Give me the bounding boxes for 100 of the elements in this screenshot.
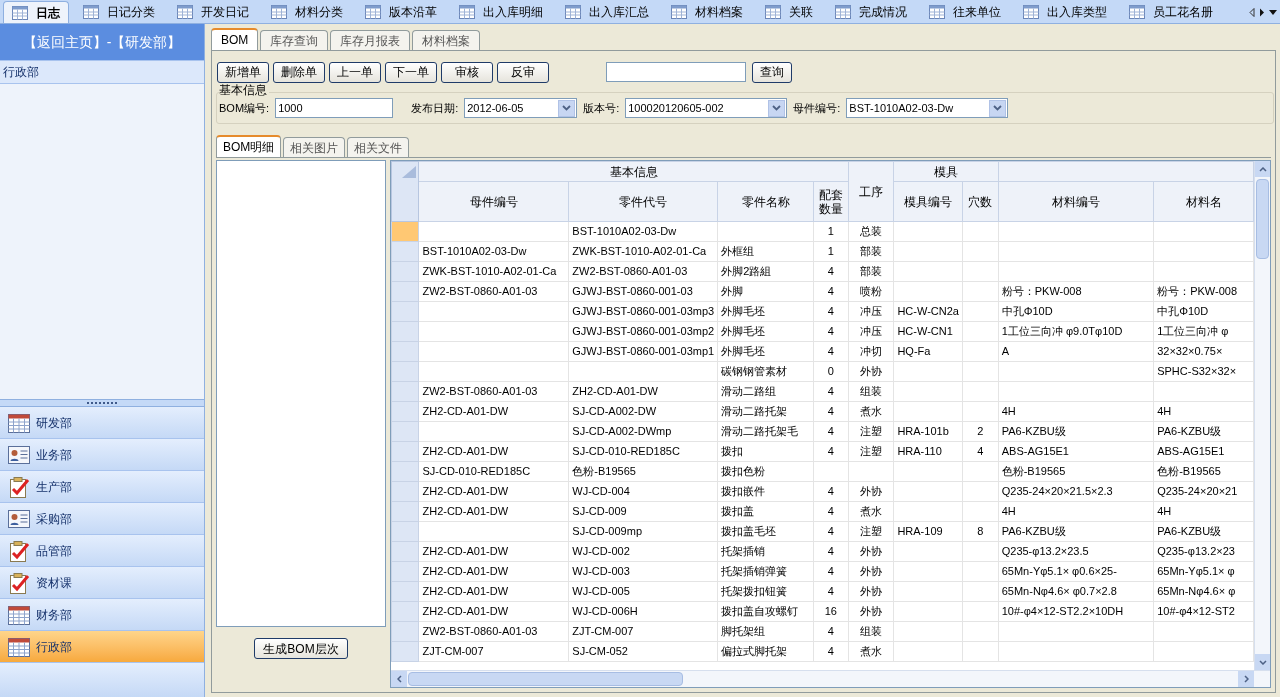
department-item[interactable]: 业务部: [0, 439, 204, 471]
generate-button[interactable]: 生成BOM层次: [254, 638, 348, 659]
select-all-corner-icon[interactable]: [402, 166, 417, 178]
table-cell: BST-1010A02-03-Dw: [572, 225, 677, 238]
dropdown-field[interactable]: 2012-06-05: [464, 98, 578, 118]
tab[interactable]: 材料档案: [412, 30, 481, 50]
toolbar-button[interactable]: 上一单: [329, 61, 381, 83]
top-tab[interactable]: 版本沿革: [357, 1, 445, 23]
tab[interactable]: BOM: [211, 28, 259, 50]
top-tab[interactable]: 往来单位: [921, 1, 1009, 23]
column-header[interactable]: 模具编号: [893, 181, 963, 222]
scrollbar-thumb[interactable]: [1256, 179, 1269, 259]
scroll-left-icon[interactable]: [396, 675, 402, 683]
table-cell: WJ-CD-002: [572, 545, 630, 558]
top-tab[interactable]: 员工花名册: [1121, 1, 1221, 23]
toolbar-button[interactable]: 审核: [441, 61, 493, 83]
department-item[interactable]: 财务部: [0, 599, 204, 631]
top-tab[interactable]: 材料分类: [263, 1, 351, 23]
top-tab[interactable]: 开发日记: [169, 1, 257, 23]
top-tab[interactable]: 出入库类型: [1015, 1, 1115, 23]
department-item[interactable]: 采购部: [0, 503, 204, 535]
row-header[interactable]: [391, 501, 419, 522]
toolbar-button[interactable]: 反审: [497, 61, 549, 83]
table-cell: BST-1010A02-03-Dw: [422, 245, 527, 258]
row-header[interactable]: [391, 341, 419, 362]
table-cell: GJWJ-BST-0860-001-03mp1: [572, 345, 715, 358]
row-header[interactable]: [391, 321, 419, 342]
row-header[interactable]: [391, 261, 419, 282]
column-header[interactable]: 穴数: [962, 181, 999, 222]
row-header[interactable]: [391, 221, 419, 242]
column-header[interactable]: 工序: [848, 161, 894, 222]
dropdown-field[interactable]: 100020120605-002: [625, 98, 788, 118]
row-header[interactable]: [391, 421, 419, 442]
row-header[interactable]: [391, 541, 419, 562]
department-item[interactable]: 资材课: [0, 567, 204, 599]
tab[interactable]: 相关图片: [283, 137, 346, 157]
table-cell: 拨扣盖毛坯: [721, 525, 777, 538]
scrollbar-thumb[interactable]: [408, 672, 683, 686]
table-cell: ABS-AG15E1: [1001, 445, 1069, 458]
row-header[interactable]: [391, 481, 419, 502]
department-item[interactable]: 研发部: [0, 407, 204, 439]
column-header[interactable]: 母件编号: [419, 181, 569, 222]
top-tab[interactable]: 日志: [3, 1, 69, 23]
toolbar-button[interactable]: 新增单: [217, 61, 269, 83]
row-header[interactable]: [391, 361, 419, 382]
table-cell: 4: [827, 445, 834, 458]
group-title: 基本信息: [219, 84, 269, 96]
scroll-left-icon[interactable]: [1249, 7, 1255, 17]
row-header[interactable]: [391, 621, 419, 642]
horizontal-scrollbar[interactable]: [391, 670, 1270, 687]
table-cell: 65Mn-Nφ4.6× φ: [1157, 585, 1236, 598]
tab[interactable]: BOM明细: [216, 135, 282, 157]
top-tab[interactable]: 日记分类: [75, 1, 163, 23]
search-field[interactable]: [606, 62, 746, 82]
table-cell: 4: [977, 445, 984, 458]
toolbar-button[interactable]: 删除单: [273, 61, 325, 83]
top-tab[interactable]: 材料档案: [663, 1, 751, 23]
column-header[interactable]: 材料名: [1153, 181, 1254, 222]
table-cell: 外脚: [721, 285, 744, 298]
splitter[interactable]: [0, 399, 204, 407]
vertical-scrollbar[interactable]: [1254, 161, 1270, 670]
column-header[interactable]: 零件代号: [568, 181, 718, 222]
dropdown-field[interactable]: BST-1010A02-03-Dw: [846, 98, 1009, 118]
row-header[interactable]: [391, 601, 419, 622]
tab[interactable]: 库存查询: [260, 30, 329, 50]
top-tab[interactable]: 出入库汇总: [557, 1, 657, 23]
table-cell: 拨扣: [721, 445, 744, 458]
row-header[interactable]: [391, 281, 419, 302]
search-button[interactable]: 查询: [752, 61, 792, 83]
row-header[interactable]: [391, 561, 419, 582]
tab[interactable]: 相关文件: [347, 137, 410, 157]
toolbar-button[interactable]: 下一单: [385, 61, 437, 83]
table-cell: 4: [827, 325, 834, 338]
scroll-up-icon[interactable]: [1258, 166, 1267, 172]
tree-item[interactable]: 行政部: [0, 60, 204, 84]
table-cell: PA6-KZBU级: [1001, 425, 1066, 438]
table-cell: ZH2-CD-A01-DW: [422, 585, 509, 598]
top-tab[interactable]: 出入库明细: [451, 1, 551, 23]
top-tab[interactable]: 完成情况: [827, 1, 915, 23]
row-header[interactable]: [391, 521, 419, 542]
department-item[interactable]: 品管部: [0, 535, 204, 567]
bom-number-field[interactable]: 1000: [275, 98, 394, 118]
column-header[interactable]: 零件名称: [717, 181, 814, 222]
row-header[interactable]: [391, 641, 419, 662]
dropdown-icon[interactable]: [1269, 9, 1277, 15]
department-item[interactable]: 生产部: [0, 471, 204, 503]
tab[interactable]: 库存月报表: [330, 30, 411, 50]
row-header[interactable]: [391, 441, 419, 462]
row-header[interactable]: [391, 581, 419, 602]
row-header[interactable]: [391, 241, 419, 262]
row-header[interactable]: [391, 301, 419, 322]
table-cell: 4: [827, 405, 834, 418]
row-header[interactable]: [391, 401, 419, 422]
top-tab[interactable]: 关联: [757, 1, 821, 23]
row-header[interactable]: [391, 381, 419, 402]
scroll-down-icon[interactable]: [1258, 659, 1267, 665]
row-header[interactable]: [391, 461, 419, 482]
department-item[interactable]: 行政部: [0, 631, 204, 663]
scroll-right-icon[interactable]: [1259, 7, 1265, 17]
column-header[interactable]: 材料编号: [998, 181, 1154, 222]
